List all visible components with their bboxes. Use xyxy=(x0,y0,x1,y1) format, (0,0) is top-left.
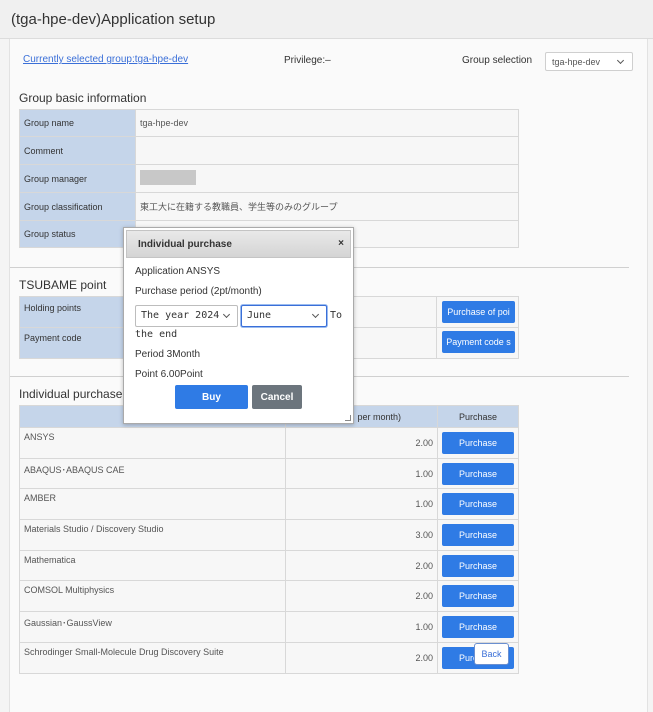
cancel-button[interactable]: Cancel xyxy=(252,385,302,409)
to-label: To xyxy=(330,310,343,321)
page-header: (tga-hpe-dev)Application setup xyxy=(0,0,653,39)
dialog-header: Individual purchase × xyxy=(126,230,351,258)
comment-label: Comment xyxy=(19,136,136,165)
comment-value xyxy=(135,136,519,165)
group-classification-label: Group classification xyxy=(19,192,136,221)
group-selection-label: Group selection xyxy=(462,55,533,66)
software-name: Mathematica xyxy=(18,549,287,582)
point-result: Point 6.00Point xyxy=(135,369,203,380)
table-row: Gaussian･GaussView 1.00 Purchase xyxy=(18,611,519,643)
close-icon[interactable]: × xyxy=(338,238,344,249)
header-action: Purchase xyxy=(437,405,519,428)
group-info-title: Group basic information xyxy=(19,91,147,105)
purchase-period-line: Purchase period (2pt/month) xyxy=(135,286,262,297)
software-name: COMSOL Multiphysics xyxy=(18,580,287,613)
end-label: the end xyxy=(135,329,178,340)
software-points: 2.00 xyxy=(285,549,438,582)
table-row: ABAQUS･ABAQUS CAE 1.00 Purchase xyxy=(18,457,519,490)
back-button[interactable]: Back xyxy=(474,643,509,665)
chevron-down-icon xyxy=(222,310,231,319)
software-name: Gaussian･GaussView xyxy=(18,611,287,643)
year-value: The year 2024 xyxy=(141,310,220,321)
privilege: Privilege:– xyxy=(284,55,331,66)
software-name: Materials Studio / Discovery Studio xyxy=(18,519,287,551)
software-points: 2.00 xyxy=(285,427,438,459)
payment-code-label: Payment code xyxy=(24,333,82,343)
software-name: Schrodinger Small-Molecule Drug Discover… xyxy=(18,641,287,674)
year-select[interactable]: The year 2024 xyxy=(135,305,238,327)
dialog-title: Individual purchase xyxy=(138,239,232,250)
table-row: COMSOL Multiphysics 2.00 Purchase xyxy=(18,580,519,613)
holding-points-label: Holding points xyxy=(24,303,82,313)
month-select[interactable]: June xyxy=(241,305,327,327)
software-points: 1.00 xyxy=(285,457,438,490)
month-value: June xyxy=(247,310,272,321)
privilege-value: – xyxy=(325,55,331,66)
group-selection-value: tga-hpe-dev xyxy=(552,57,601,67)
group-manager-label: Group manager xyxy=(19,164,136,193)
purchase-points-button[interactable]: Purchase of poi xyxy=(442,301,515,323)
software-points: 2.00 xyxy=(285,580,438,613)
current-group-link[interactable]: Currently selected group:tga-hpe-dev xyxy=(23,54,188,65)
individual-purchase-title: Individual purchase xyxy=(19,387,123,401)
privilege-label: Privilege: xyxy=(284,55,326,66)
individual-purchase-table: per month) Purchase ANSYS 2.00 Purchase … xyxy=(18,405,519,674)
purchase-button[interactable]: Purchase xyxy=(442,523,514,546)
software-name: ABAQUS･ABAQUS CAE xyxy=(18,457,287,490)
software-points: 1.00 xyxy=(285,611,438,643)
page-title: (tga-hpe-dev)Application setup xyxy=(11,11,216,28)
software-points: 3.00 xyxy=(285,519,438,551)
payment-code-button[interactable]: Payment code s xyxy=(442,331,515,353)
software-name: AMBER xyxy=(18,488,287,521)
purchase-button[interactable]: Purchase xyxy=(442,431,514,454)
redacted-block xyxy=(140,170,196,185)
software-name: ANSYS xyxy=(18,427,287,459)
chevron-down-icon xyxy=(616,56,625,65)
group-name-value: tga-hpe-dev xyxy=(135,109,519,137)
group-selection-dropdown[interactable]: tga-hpe-dev xyxy=(545,52,633,71)
table-row: Schrodinger Small-Molecule Drug Discover… xyxy=(18,641,519,674)
purchase-button[interactable]: Purchase xyxy=(442,493,514,516)
application-line: Application ANSYS xyxy=(135,266,221,277)
purchase-dialog: Individual purchase × Application ANSYS … xyxy=(123,227,354,424)
table-row: Materials Studio / Discovery Studio 3.00… xyxy=(18,519,519,551)
resize-handle-icon[interactable] xyxy=(345,415,351,421)
purchase-button[interactable]: Purchase xyxy=(442,585,514,608)
period-result: Period 3Month xyxy=(135,349,201,360)
group-manager-value xyxy=(135,164,519,193)
table-row: AMBER 1.00 Purchase xyxy=(18,488,519,521)
software-points: 1.00 xyxy=(285,488,438,521)
buy-button[interactable]: Buy xyxy=(175,385,248,409)
purchase-button[interactable]: Purchase xyxy=(442,462,514,485)
software-points: 2.00 xyxy=(285,641,438,674)
purchase-button[interactable]: Purchase xyxy=(442,554,514,577)
chevron-down-icon xyxy=(311,310,320,319)
group-status-label: Group status xyxy=(19,220,136,248)
tsubame-title: TSUBAME point xyxy=(19,278,107,292)
table-row: ANSYS 2.00 Purchase xyxy=(18,427,519,459)
purchase-button[interactable]: Purchase xyxy=(442,615,514,638)
group-classification-value: 東工大に在籍する教職員、学生等のみのグループ xyxy=(135,192,519,221)
group-name-label: Group name xyxy=(19,109,136,137)
table-row: Mathematica 2.00 Purchase xyxy=(18,549,519,582)
